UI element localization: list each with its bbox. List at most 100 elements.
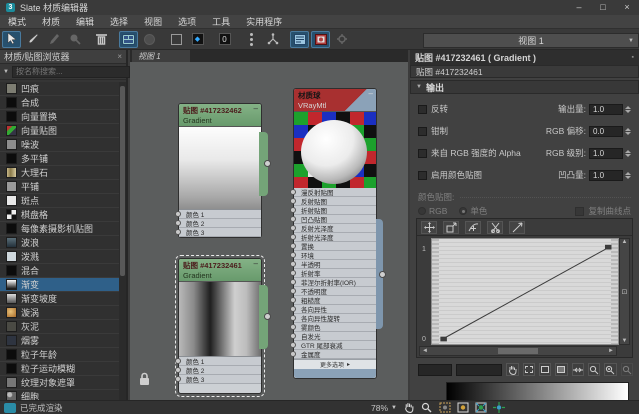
panel-pin-icon[interactable]: ▪ bbox=[632, 54, 634, 61]
list-item[interactable]: 纹理对象遮罩 bbox=[0, 376, 119, 390]
input-pin-icon[interactable] bbox=[290, 315, 296, 321]
input-pin-icon[interactable] bbox=[175, 358, 181, 364]
list-item[interactable]: 漩涡 bbox=[0, 306, 119, 320]
input-pin-icon[interactable] bbox=[290, 207, 296, 213]
zoom-value-icon[interactable] bbox=[620, 363, 633, 376]
options-icon[interactable] bbox=[332, 31, 351, 48]
node-view-canvas[interactable]: 视图 1 贴图 #417232462 Gradient – 颜色 1 颜色 2 … bbox=[130, 50, 408, 400]
input-pin-icon[interactable] bbox=[290, 189, 296, 195]
list-item[interactable]: 斑点 bbox=[0, 194, 119, 208]
zoom-extents-tool-icon[interactable] bbox=[456, 402, 469, 413]
list-item[interactable]: 噪波 bbox=[0, 138, 119, 152]
view-tab-1[interactable]: 视图 1 bbox=[132, 50, 190, 62]
mono-radio[interactable] bbox=[459, 207, 468, 215]
browser-scrollbar[interactable] bbox=[119, 82, 126, 400]
menu-edit[interactable]: 编辑 bbox=[68, 15, 102, 28]
spinner-arrows-icon[interactable] bbox=[625, 149, 631, 157]
output-rollout-header[interactable]: ▼ 输出 bbox=[410, 80, 639, 94]
rgb-level-field[interactable]: 1.0 bbox=[589, 147, 623, 159]
input-pin-icon[interactable] bbox=[290, 261, 296, 267]
show-end-result-icon[interactable]: ◆ bbox=[188, 31, 207, 48]
output-pin-icon[interactable] bbox=[264, 313, 271, 320]
list-item[interactable]: 灰泥 bbox=[0, 320, 119, 334]
material-id-channel-icon[interactable] bbox=[242, 31, 261, 48]
maximize-button[interactable]: □ bbox=[591, 0, 615, 15]
list-item-selected[interactable]: 渐变 bbox=[0, 278, 119, 292]
pan-to-selected-icon[interactable] bbox=[492, 402, 505, 413]
list-item[interactable]: 泼溅 bbox=[0, 250, 119, 264]
list-item[interactable]: 向量置换 bbox=[0, 110, 119, 124]
input-pin-icon[interactable] bbox=[290, 252, 296, 258]
layout-children-icon[interactable] bbox=[263, 31, 282, 48]
input-pin-icon[interactable] bbox=[290, 333, 296, 339]
pan-hand-icon[interactable] bbox=[506, 363, 519, 376]
input-pin-icon[interactable] bbox=[175, 229, 181, 235]
input-pin-icon[interactable] bbox=[290, 297, 296, 303]
spinner-arrows-icon[interactable] bbox=[625, 105, 631, 113]
node-breadcrumb[interactable]: 贴图 #417232461 bbox=[410, 65, 639, 78]
list-item[interactable]: 合成 bbox=[0, 96, 119, 110]
input-pin-icon[interactable] bbox=[290, 198, 296, 204]
zoom-region-tool-icon[interactable] bbox=[438, 402, 451, 413]
spinner-arrows-icon[interactable] bbox=[625, 171, 631, 179]
rgb-radio[interactable] bbox=[418, 207, 426, 215]
output-amount-field[interactable]: 1.0 bbox=[589, 103, 623, 115]
put-material-icon[interactable] bbox=[65, 31, 84, 48]
show-realistic-material-icon[interactable] bbox=[140, 31, 159, 48]
gradient-node-461[interactable]: 贴图 #417232461 Gradient – 颜色 1 颜色 2 颜色 3 bbox=[175, 255, 271, 397]
menu-select[interactable]: 选择 bbox=[102, 15, 136, 28]
input-pin-icon[interactable] bbox=[175, 220, 181, 226]
move-point-icon[interactable] bbox=[421, 220, 437, 234]
node-collapse-icon[interactable]: – bbox=[254, 104, 258, 113]
gradient-node-462[interactable]: 贴图 #417232462 Gradient – 颜色 1 颜色 2 颜色 3 bbox=[175, 103, 271, 238]
node-collapse-icon[interactable]: – bbox=[369, 89, 373, 98]
delete-point-icon[interactable] bbox=[487, 220, 503, 234]
menu-material[interactable]: 材质 bbox=[34, 15, 68, 28]
pan-tool-icon[interactable] bbox=[402, 402, 415, 413]
clamp-checkbox[interactable] bbox=[418, 126, 427, 136]
rgb-offset-field[interactable]: 0.0 bbox=[589, 125, 623, 137]
input-pin-icon[interactable] bbox=[290, 225, 296, 231]
material-sphere-preview[interactable] bbox=[294, 111, 376, 189]
list-item[interactable]: 粒子年龄 bbox=[0, 348, 119, 362]
slot-color3[interactable]: 颜色 3 bbox=[175, 375, 261, 384]
bump-amount-field[interactable]: 1.0 bbox=[589, 169, 623, 181]
slot-metalness[interactable]: 金属度 bbox=[290, 350, 376, 359]
list-item[interactable]: 粒子运动模糊 bbox=[0, 362, 119, 376]
list-item[interactable]: 凹痕 bbox=[0, 82, 119, 96]
input-pin-icon[interactable] bbox=[290, 351, 296, 357]
vray-material-node[interactable]: 材质球 VRayMtl – 漫反射贴图 反射贴图 折射贴图 凹凸贴图 反射光泽度… bbox=[290, 88, 386, 379]
input-pin-icon[interactable] bbox=[175, 211, 181, 217]
input-pin-icon[interactable] bbox=[290, 324, 296, 330]
scale-point-icon[interactable] bbox=[443, 220, 459, 234]
search-input[interactable] bbox=[11, 65, 130, 78]
parameter-editor-toggle-icon[interactable] bbox=[290, 30, 309, 48]
input-pin-icon[interactable] bbox=[290, 216, 296, 222]
browser-close-icon[interactable]: × bbox=[117, 52, 122, 61]
zoom-icon[interactable] bbox=[587, 363, 601, 376]
curve-horizontal-scrollbar[interactable]: ◄ ► bbox=[419, 346, 617, 356]
zoom-plus-icon[interactable] bbox=[604, 363, 617, 376]
menu-view[interactable]: 视图 bbox=[136, 15, 170, 28]
node-header[interactable]: 贴图 #417232461 Gradient – bbox=[179, 259, 261, 281]
material-browser-toggle-icon[interactable] bbox=[311, 30, 330, 48]
list-item[interactable]: 棋盘格 bbox=[0, 208, 119, 222]
input-pin-icon[interactable] bbox=[290, 234, 296, 240]
active-view-selector[interactable]: 视图 1 ▼ bbox=[423, 33, 639, 48]
list-item[interactable]: 平铺 bbox=[0, 180, 119, 194]
list-item[interactable]: 渐变坡度 bbox=[0, 292, 119, 306]
select-tool-icon[interactable] bbox=[2, 30, 21, 48]
list-item[interactable]: 细胞 bbox=[0, 390, 119, 400]
input-pin-icon[interactable] bbox=[290, 243, 296, 249]
gradient-preview[interactable] bbox=[179, 281, 261, 357]
add-point-icon[interactable] bbox=[465, 220, 481, 234]
node-collapse-icon[interactable]: – bbox=[254, 259, 258, 268]
zoom-horizontal-icon[interactable] bbox=[571, 363, 584, 376]
output-pin-icon[interactable] bbox=[264, 160, 271, 167]
more-options-button[interactable]: 更多选项 ▸ bbox=[294, 359, 376, 369]
minimize-button[interactable]: – bbox=[567, 0, 591, 15]
zoom-tool-icon[interactable] bbox=[420, 402, 433, 413]
menu-utilities[interactable]: 实用程序 bbox=[238, 15, 290, 28]
invert-checkbox[interactable] bbox=[418, 104, 427, 114]
input-pin-icon[interactable] bbox=[290, 342, 296, 348]
